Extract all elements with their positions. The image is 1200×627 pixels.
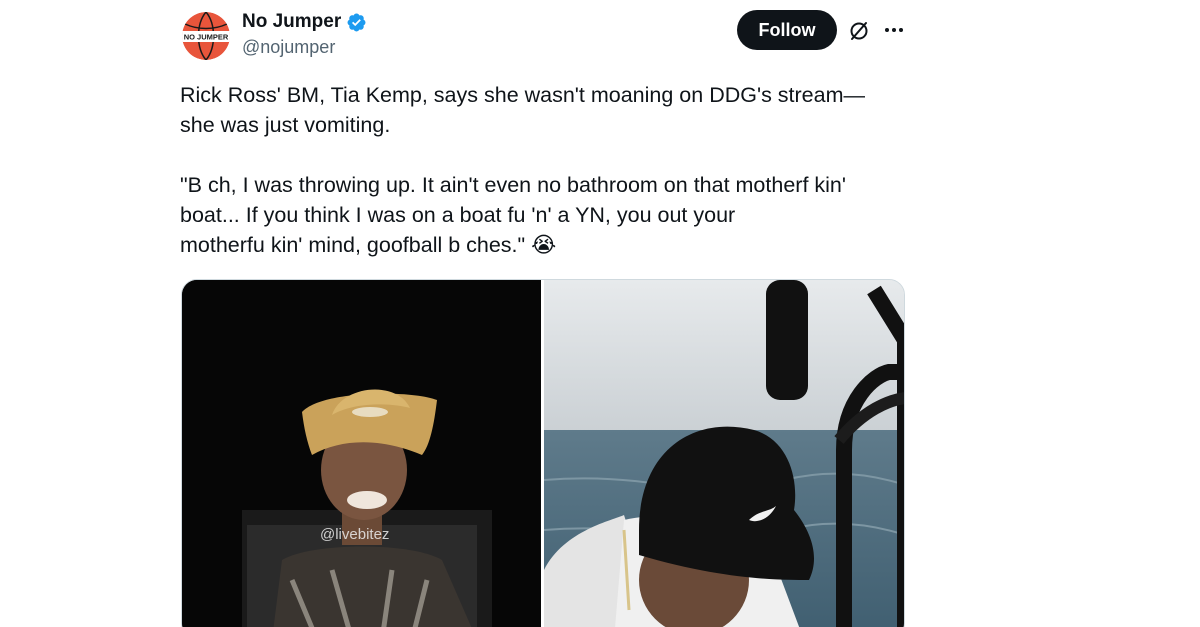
avatar-logo-text: NO JUMPER xyxy=(184,33,229,42)
verified-badge-icon xyxy=(346,12,367,33)
more-horizontal-icon[interactable] xyxy=(882,18,906,42)
author-handle[interactable]: @nojumper xyxy=(242,37,335,58)
video-frame-woman-cowboy-hat-icon xyxy=(182,280,541,627)
author-display-name[interactable]: No Jumper xyxy=(242,11,341,33)
video-frame-man-black-cap-boat-icon xyxy=(544,280,904,627)
media-image-right[interactable] xyxy=(544,280,904,627)
grok-slash-circle-icon[interactable] xyxy=(846,18,872,44)
tweet-media-grid[interactable]: @livebitez xyxy=(181,279,905,627)
media-watermark: @livebitez xyxy=(320,526,390,543)
tweet-paragraph-2: "B ch, I was throwing up. It ain't even … xyxy=(180,173,846,257)
tweet-card: NO JUMPER No Jumper @nojumper Follow Ric… xyxy=(0,0,1200,627)
tweet-text: Rick Ross' BM, Tia Kemp, says she wasn't… xyxy=(180,80,910,260)
tweet-paragraph-1: Rick Ross' BM, Tia Kemp, says she wasn't… xyxy=(180,83,866,137)
author-avatar[interactable]: NO JUMPER xyxy=(182,12,230,60)
basketball-logo-icon: NO JUMPER xyxy=(182,12,230,60)
author-name-row[interactable]: No Jumper xyxy=(242,11,367,33)
follow-button[interactable]: Follow xyxy=(737,10,837,50)
media-image-left[interactable]: @livebitez xyxy=(182,280,541,627)
